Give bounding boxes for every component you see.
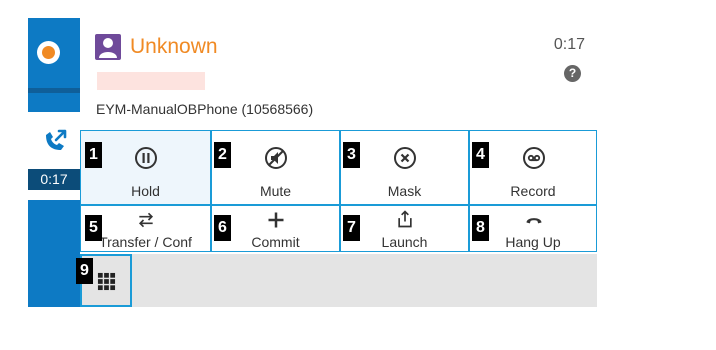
dialpad-icon [97,272,116,291]
redacted-phone-number [97,72,205,90]
contact-icon [95,34,121,60]
call-tab-timer: 0:17 [28,169,80,190]
commit-label: Commit [251,234,300,250]
launch-icon [398,210,412,228]
button-badge-7: 7 [343,215,360,241]
phone-label: EYM-ManualOBPhone (10568566) [96,101,314,117]
mute-icon [265,147,287,169]
transfer-icon [138,212,154,228]
record-label: Record [510,183,556,199]
button-badge-5: 5 [85,215,102,241]
bottom-toolbar [80,254,597,307]
button-badge-3: 3 [343,142,360,168]
mute-label: Mute [259,183,292,199]
button-badge-9: 9 [76,258,93,284]
status-indicator-dot [42,46,55,59]
call-timer: 0:17 [553,36,585,53]
button-badge-2: 2 [214,142,231,168]
button-badge-6: 6 [214,215,231,241]
record-icon [523,147,545,169]
contact-name[interactable]: Unknown [130,35,218,59]
hold-label: Hold [131,183,160,199]
mask-icon [394,147,416,169]
sidebar-divider [28,88,80,93]
plus-icon [268,212,284,228]
hangup-icon [526,218,542,224]
mask-label: Mask [387,183,422,199]
outbound-call-icon [46,129,67,150]
launch-label: Launch [381,234,428,250]
button-badge-4: 4 [472,142,489,168]
help-icon[interactable]: ? [564,65,581,82]
button-badge-1: 1 [85,142,102,168]
button-badge-8: 8 [472,215,489,241]
pause-icon [135,147,157,169]
